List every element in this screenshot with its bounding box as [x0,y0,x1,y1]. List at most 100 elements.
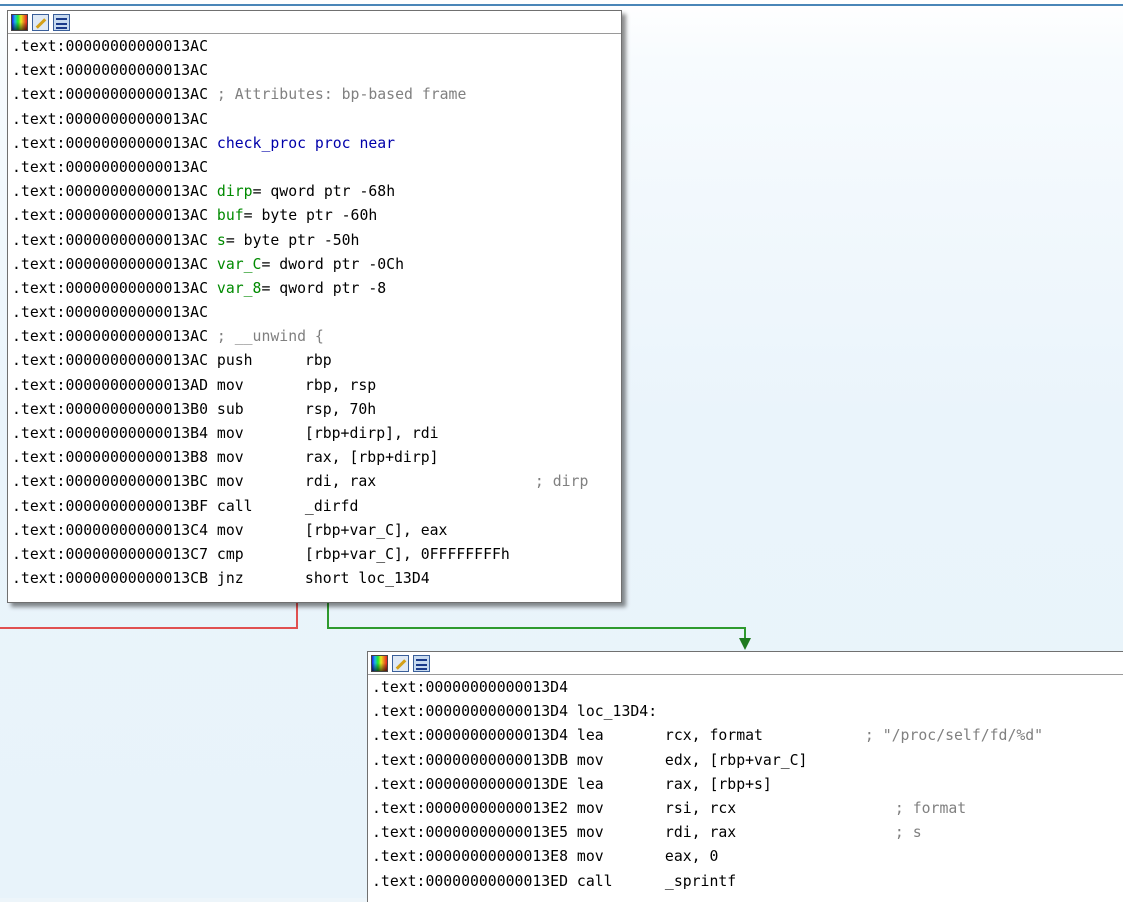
address: .text:00000000000013AC [12,110,208,128]
address: .text:00000000000013E5 [372,824,568,842]
address: .text:00000000000013AC [12,38,208,55]
mnemonic: lea [576,775,604,793]
address: .text:00000000000013AC [12,86,208,104]
address: .text:00000000000013CB [12,570,208,588]
color-palette-icon[interactable] [11,13,28,31]
address: .text:00000000000013E2 [372,799,568,817]
listing-line[interactable]: .text:00000000000013E8 mov eax, 0 [372,845,1123,869]
mnemonic: call [216,497,253,515]
stack-var-name: s [216,231,226,249]
listing-line[interactable]: .text:00000000000013AC buf= byte ptr -60… [12,204,621,228]
address: .text:00000000000013AC [12,62,208,80]
operands: rax, [rbp+s] [664,775,772,793]
listing-line[interactable]: .text:00000000000013AC [12,301,621,325]
address: .text:00000000000013AC [12,207,208,225]
stack-var-def: = byte ptr -50h [225,231,360,249]
mnemonic: sub [216,400,244,418]
listing-line[interactable]: .text:00000000000013D4 [372,676,1123,700]
listing-line[interactable]: .text:00000000000013C4 mov [rbp+var_C], e… [12,519,621,543]
mnemonic: call [576,872,613,890]
mnemonic: mov [216,449,244,467]
address: .text:00000000000013D4 [372,703,568,721]
operands: _sprintf [664,872,737,890]
listing-line[interactable]: .text:00000000000013AC [12,108,621,132]
operands: rcx, format [664,727,763,745]
address: .text:00000000000013AC [12,328,208,346]
address: .text:00000000000013AC [12,134,208,152]
listing-line[interactable]: .text:00000000000013E2 mov rsi, rcx ; form… [372,797,1123,821]
stack-var-name: var_8 [216,279,262,297]
listing-line[interactable]: .text:00000000000013D4 lea rcx, format ; "… [372,724,1123,748]
listing-line[interactable]: .text:00000000000013DE lea rax, [rbp+s] [372,773,1123,797]
listing-line[interactable]: .text:00000000000013C7 cmp [rbp+var_C], 0… [12,543,621,567]
listing-line[interactable]: .text:00000000000013AC [12,156,621,180]
false-branch-edge [0,627,298,629]
listing-line[interactable]: .text:00000000000013CB jnz short loc_13D4 [12,567,621,591]
listing-line[interactable]: .text:00000000000013B4 mov [rbp+dirp], rd… [12,422,621,446]
operands: rdi, rax [304,473,377,491]
operands: [rbp+var_C], eax [304,521,448,539]
listing-line[interactable]: .text:00000000000013AC [12,35,621,59]
stack-var-def: = qword ptr -8 [261,279,387,297]
graph-layout-icon[interactable] [53,13,70,31]
comment: ; __unwind { [216,328,324,346]
stack-var-def: = qword ptr -68h [252,183,396,201]
listing-line[interactable]: .text:00000000000013B0 sub rsp, 70h [12,398,621,422]
listing-line[interactable]: .text:00000000000013AD mov rbp, rsp [12,374,621,398]
address: .text:00000000000013AC [12,304,208,322]
listing-line[interactable]: .text:00000000000013AC check_proc proc n… [12,132,621,156]
listing-line[interactable]: .text:00000000000013AC s= byte ptr -50h [12,229,621,253]
listing-line[interactable]: .text:00000000000013AC ; Attributes: bp-… [12,83,621,107]
code-block-node[interactable]: .text:00000000000013D4 .text:00000000000… [367,651,1123,902]
address: .text:00000000000013C7 [12,545,208,563]
address: .text:00000000000013DB [372,751,568,769]
false-branch-edge [296,601,298,629]
listing-line[interactable]: .text:00000000000013B8 mov rax, [rbp+dirp… [12,446,621,470]
edit-node-icon[interactable] [392,654,409,672]
operands: rbp, rsp [304,376,377,394]
listing-line[interactable]: .text:00000000000013E5 mov rdi, rax ; s [372,821,1123,845]
listing-line[interactable]: .text:00000000000013AC var_C= dword ptr … [12,253,621,277]
view-top-border [0,4,1123,6]
address: .text:00000000000013AC [12,255,208,273]
disassembly-listing: .text:00000000000013AC .text:00000000000… [8,34,621,591]
mnemonic: mov [216,473,244,491]
graph-layout-icon[interactable] [413,654,430,672]
address: .text:00000000000013BC [12,473,208,491]
code-block-node[interactable]: .text:00000000000013AC .text:00000000000… [7,10,622,603]
inline-comment: ; format [894,799,967,817]
listing-line[interactable]: .text:00000000000013AC var_8= qword ptr … [12,277,621,301]
edit-node-icon[interactable] [32,13,49,31]
true-branch-edge [327,627,746,629]
operands: edx, [rbp+var_C] [664,751,808,769]
listing-line[interactable]: .text:00000000000013AC dirp= qword ptr -… [12,180,621,204]
listing-line[interactable]: .text:00000000000013ED call _sprintf [372,870,1123,894]
mnemonic: push [216,352,253,370]
listing-line[interactable]: .text:00000000000013AC ; __unwind { [12,325,621,349]
address: .text:00000000000013ED [372,872,568,890]
listing-line[interactable]: .text:00000000000013AC [12,59,621,83]
address: .text:00000000000013AC [12,158,208,176]
address: .text:00000000000013BF [12,497,208,515]
node-toolbar [368,652,1123,675]
operands: rax, [rbp+dirp] [304,449,439,467]
listing-line[interactable]: .text:00000000000013BC mov rdi, rax ; dirp [12,470,621,494]
operands: rsp, 70h [304,400,377,418]
listing-line[interactable]: .text:00000000000013BF call _dirfd [12,495,621,519]
operands: [rbp+var_C], 0FFFFFFFFh [304,545,510,563]
color-palette-icon[interactable] [371,654,388,672]
operands: rsi, rcx [664,799,737,817]
listing-line[interactable]: .text:00000000000013DB mov edx, [rbp+var_… [372,749,1123,773]
address: .text:00000000000013D4 [372,727,568,745]
mnemonic: mov [576,751,604,769]
listing-line[interactable]: .text:00000000000013D4 loc_13D4: [372,700,1123,724]
edge-arrowhead-icon [739,638,751,650]
mnemonic: mov [576,799,604,817]
listing-line[interactable]: .text:00000000000013AC push rbp [12,349,621,373]
address: .text:00000000000013C4 [12,521,208,539]
operands: _dirfd [304,497,359,515]
address: .text:00000000000013AD [12,376,208,394]
mnemonic: jnz [216,570,244,588]
graph-canvas[interactable]: .text:00000000000013AC .text:00000000000… [0,0,1123,902]
address: .text:00000000000013AC [12,352,208,370]
